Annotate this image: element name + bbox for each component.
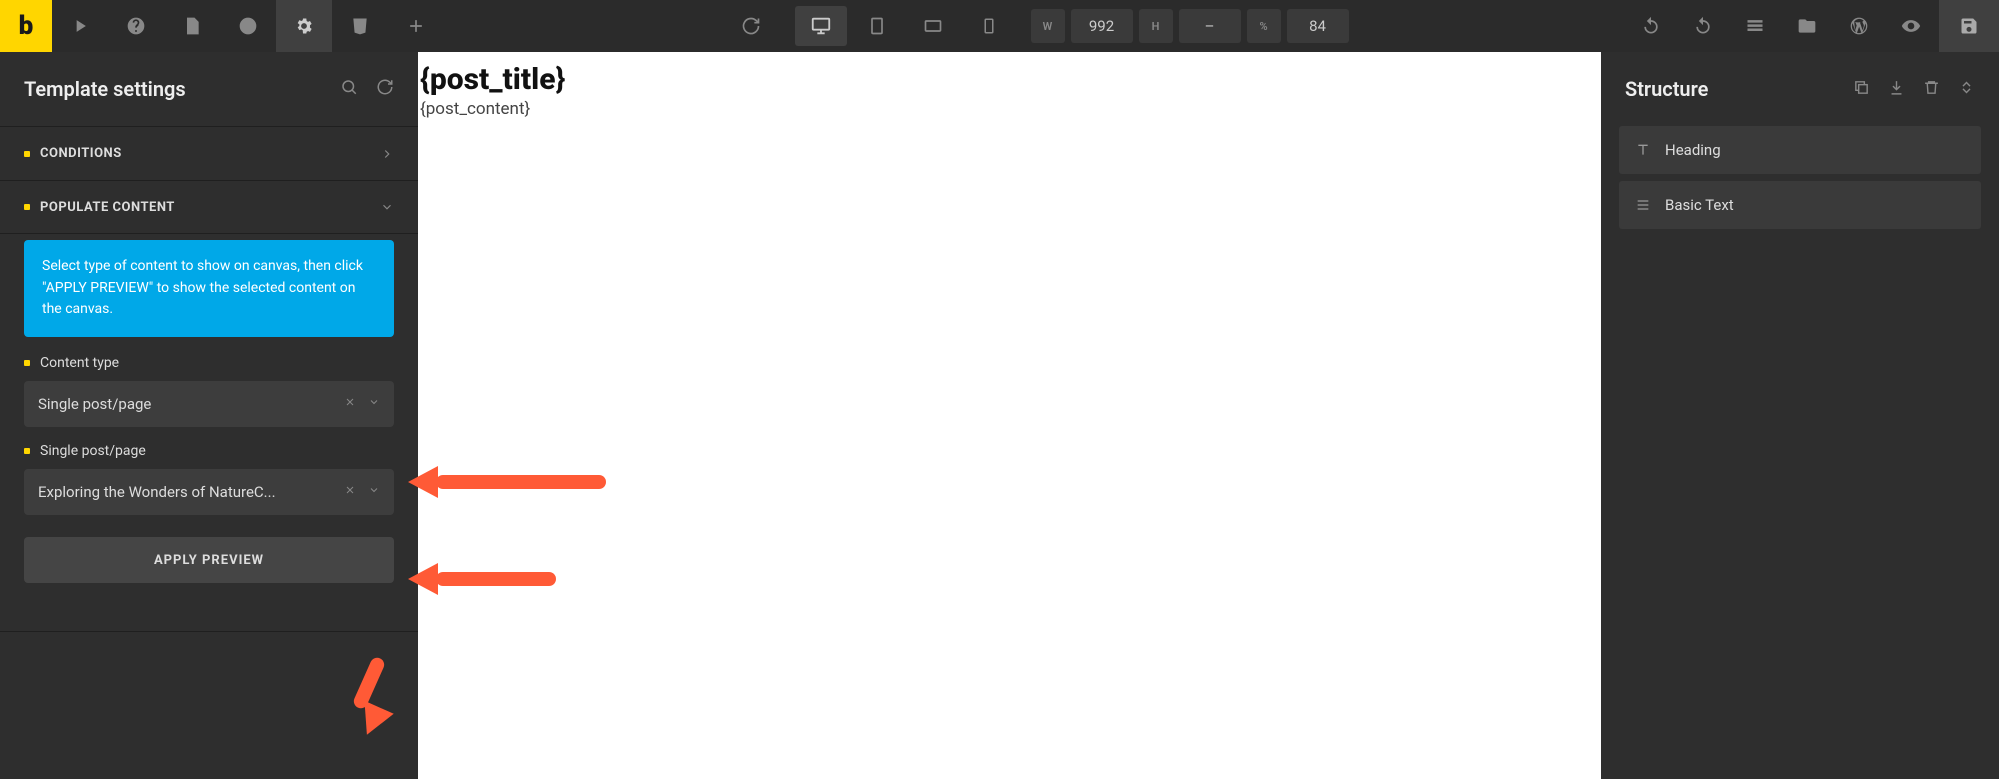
search-icon[interactable] <box>340 78 358 100</box>
copy-icon[interactable] <box>1853 79 1870 100</box>
structure-item-label: Basic Text <box>1665 196 1734 214</box>
structure-item-heading[interactable]: Heading <box>1619 126 1981 174</box>
structure-title: Structure <box>1625 77 1708 101</box>
reload-icon[interactable] <box>723 0 779 52</box>
dimension-group: W 992 H – % 84 <box>1031 9 1349 43</box>
canvas-title[interactable]: {post_title} <box>418 62 1601 97</box>
structure-item-label: Heading <box>1665 141 1721 159</box>
panel-header: Template settings <box>0 52 418 126</box>
wordpress-icon[interactable] <box>1835 0 1883 52</box>
history-icon[interactable] <box>220 0 276 52</box>
content-type-select[interactable]: Single post/page <box>24 381 394 427</box>
structure-item-basic-text[interactable]: Basic Text <box>1619 181 1981 229</box>
breakpoint-group <box>795 6 1015 46</box>
collapse-icon[interactable] <box>1958 79 1975 100</box>
help-icon[interactable] <box>108 0 164 52</box>
structure-list: Heading Basic Text <box>1601 126 1999 229</box>
panel-title: Template settings <box>24 77 186 101</box>
preview-icon[interactable] <box>1887 0 1935 52</box>
save-button[interactable] <box>1939 0 1999 52</box>
left-panel: Template settings CONDITIONS POPULATE CO… <box>0 52 418 779</box>
bp-mobile[interactable] <box>963 6 1015 46</box>
folder-icon[interactable] <box>1783 0 1831 52</box>
section-conditions[interactable]: CONDITIONS <box>0 126 418 180</box>
width-label: W <box>1031 9 1065 43</box>
top-right <box>1627 0 1999 52</box>
pages-icon[interactable] <box>164 0 220 52</box>
populate-body: Select type of content to show on canvas… <box>0 234 418 607</box>
content-type-value: Single post/page <box>38 395 344 413</box>
trash-icon[interactable] <box>1923 79 1940 100</box>
structure-header: Structure <box>1601 52 1999 126</box>
chevron-down-icon[interactable] <box>368 484 380 500</box>
bp-tablet-portrait[interactable] <box>851 6 903 46</box>
single-select[interactable]: Exploring the Wonders of NatureC... <box>24 469 394 515</box>
height-label: H <box>1139 9 1173 43</box>
zoom-label: % <box>1247 9 1281 43</box>
redo-icon[interactable] <box>1679 0 1727 52</box>
undo-icon[interactable] <box>1627 0 1675 52</box>
canvas-content[interactable]: {post_content} <box>418 99 1601 119</box>
lines-icon <box>1635 197 1651 213</box>
apply-preview-button[interactable]: APPLY PREVIEW <box>24 537 394 583</box>
chevron-right-icon <box>380 147 394 161</box>
height-input[interactable]: – <box>1179 9 1241 43</box>
topbar: b <box>0 0 1999 52</box>
right-panel: Structure Heading Basic Text <box>1601 52 1999 779</box>
list-icon[interactable] <box>1731 0 1779 52</box>
single-label: Single post/page <box>24 443 394 459</box>
text-icon <box>1635 142 1651 158</box>
logo[interactable]: b <box>0 0 52 52</box>
content-type-label: Content type <box>24 355 394 371</box>
bp-tablet-landscape[interactable] <box>907 6 959 46</box>
canvas[interactable]: {post_title} {post_content} <box>418 52 1601 779</box>
width-input[interactable]: 992 <box>1071 9 1133 43</box>
info-box: Select type of content to show on canvas… <box>24 240 394 337</box>
top-center: W 992 H – % 84 <box>444 0 1627 52</box>
zoom-input[interactable]: 84 <box>1287 9 1349 43</box>
divider <box>0 631 418 632</box>
play-icon[interactable] <box>52 0 108 52</box>
bp-desktop[interactable] <box>795 6 847 46</box>
download-icon[interactable] <box>1888 79 1905 100</box>
css-icon[interactable] <box>332 0 388 52</box>
settings-icon[interactable] <box>276 0 332 52</box>
clear-icon[interactable] <box>344 484 356 500</box>
section-conditions-label: CONDITIONS <box>24 146 122 161</box>
section-populate-label: POPULATE CONTENT <box>24 200 175 215</box>
add-icon[interactable] <box>388 0 444 52</box>
section-populate[interactable]: POPULATE CONTENT <box>0 180 418 234</box>
clear-icon[interactable] <box>344 396 356 412</box>
refresh-icon[interactable] <box>376 78 394 100</box>
single-value: Exploring the Wonders of NatureC... <box>38 483 344 501</box>
chevron-down-icon[interactable] <box>368 396 380 412</box>
chevron-down-icon <box>380 200 394 214</box>
